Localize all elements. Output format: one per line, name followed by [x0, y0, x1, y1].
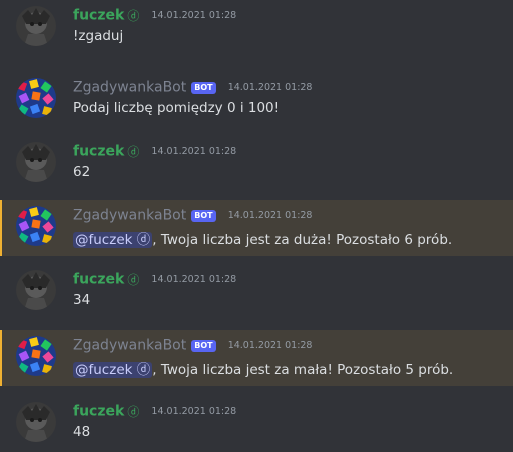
author-name[interactable]: fuczek [73, 8, 124, 24]
message-header: ZgadywankaBot BOT 14.01.2021 01:28 [73, 77, 312, 97]
message-header: fuczek ⓓ 14.01.2021 01:28 [73, 401, 236, 421]
message: fuczek ⓓ 14.01.2021 01:28 62 [0, 136, 513, 192]
timestamp[interactable]: 14.01.2021 01:28 [228, 82, 313, 93]
user-avatar-image [16, 6, 56, 46]
message-header: ZgadywankaBot BOT 14.01.2021 01:28 [73, 205, 312, 225]
nitro-badge-icon[interactable]: ⓓ [127, 7, 139, 24]
timestamp[interactable]: 14.01.2021 01:28 [228, 210, 313, 221]
avatar[interactable] [16, 270, 56, 310]
timestamp[interactable]: 14.01.2021 01:28 [228, 340, 313, 351]
user-avatar-image [16, 142, 56, 182]
bot-avatar-image [16, 206, 56, 246]
message-content: 34 [73, 292, 91, 308]
message-content: 48 [73, 424, 91, 440]
message-content: @fuczek ⓓ, Twoja liczba jest za duża! Po… [73, 228, 452, 248]
user-mention-label: @fuczek [75, 362, 137, 378]
avatar[interactable] [16, 6, 56, 46]
nitro-badge-icon[interactable]: ⓓ [127, 143, 139, 160]
message-content: !zgaduj [73, 28, 124, 44]
chat-log: fuczek ⓓ 14.01.2021 01:28 !zgaduj Zgadywa… [0, 0, 513, 452]
bot-tag: BOT [191, 339, 216, 352]
author-name[interactable]: fuczek [73, 144, 124, 160]
bot-tag: BOT [191, 209, 216, 222]
bot-avatar-image [16, 78, 56, 118]
message-mention-highlight: ZgadywankaBot BOT 14.01.2021 01:28 @fucze… [0, 200, 513, 256]
message-header: ZgadywankaBot BOT 14.01.2021 01:28 [73, 335, 312, 355]
timestamp[interactable]: 14.01.2021 01:28 [151, 274, 236, 285]
message-mention-highlight: ZgadywankaBot BOT 14.01.2021 01:28 @fucze… [0, 330, 513, 386]
message: ZgadywankaBot BOT 14.01.2021 01:28 Podaj … [0, 72, 513, 128]
message-content: @fuczek ⓓ, Twoja liczba jest za mała! Po… [73, 358, 453, 378]
user-avatar-image [16, 402, 56, 442]
message-content: Podaj liczbę pomiędzy 0 i 100! [73, 100, 280, 116]
message: fuczek ⓓ 14.01.2021 01:28 !zgaduj [0, 0, 513, 56]
author-name[interactable]: fuczek [73, 272, 124, 288]
user-mention[interactable]: @fuczek ⓓ [73, 232, 153, 248]
author-name[interactable]: fuczek [73, 404, 124, 420]
avatar[interactable] [16, 142, 56, 182]
timestamp[interactable]: 14.01.2021 01:28 [151, 10, 236, 21]
message: fuczek ⓓ 14.01.2021 01:28 48 [0, 396, 513, 452]
user-avatar-image [16, 270, 56, 310]
message-text: , Twoja liczba jest za duża! Pozostało 6… [152, 232, 453, 248]
timestamp[interactable]: 14.01.2021 01:28 [151, 406, 236, 417]
avatar[interactable] [16, 206, 56, 246]
nitro-badge-icon[interactable]: ⓓ [127, 403, 139, 420]
bot-tag: BOT [191, 81, 216, 94]
message-header: fuczek ⓓ 14.01.2021 01:28 [73, 269, 236, 289]
bot-avatar-image [16, 336, 56, 376]
avatar[interactable] [16, 402, 56, 442]
nitro-badge-icon: ⓓ [136, 232, 151, 248]
author-name[interactable]: ZgadywankaBot [73, 208, 186, 224]
nitro-badge-icon[interactable]: ⓓ [127, 271, 139, 288]
message-header: fuczek ⓓ 14.01.2021 01:28 [73, 5, 236, 25]
message-header: fuczek ⓓ 14.01.2021 01:28 [73, 141, 236, 161]
nitro-badge-icon: ⓓ [136, 362, 151, 378]
timestamp[interactable]: 14.01.2021 01:28 [151, 146, 236, 157]
author-name[interactable]: ZgadywankaBot [73, 338, 186, 354]
user-mention[interactable]: @fuczek ⓓ [73, 362, 153, 378]
message-text: , Twoja liczba jest za mała! Pozostało 5… [152, 362, 454, 378]
message-content: 62 [73, 164, 91, 180]
avatar[interactable] [16, 336, 56, 376]
user-mention-label: @fuczek [75, 232, 137, 248]
author-name[interactable]: ZgadywankaBot [73, 80, 186, 96]
avatar[interactable] [16, 78, 56, 118]
message: fuczek ⓓ 14.01.2021 01:28 34 [0, 264, 513, 320]
